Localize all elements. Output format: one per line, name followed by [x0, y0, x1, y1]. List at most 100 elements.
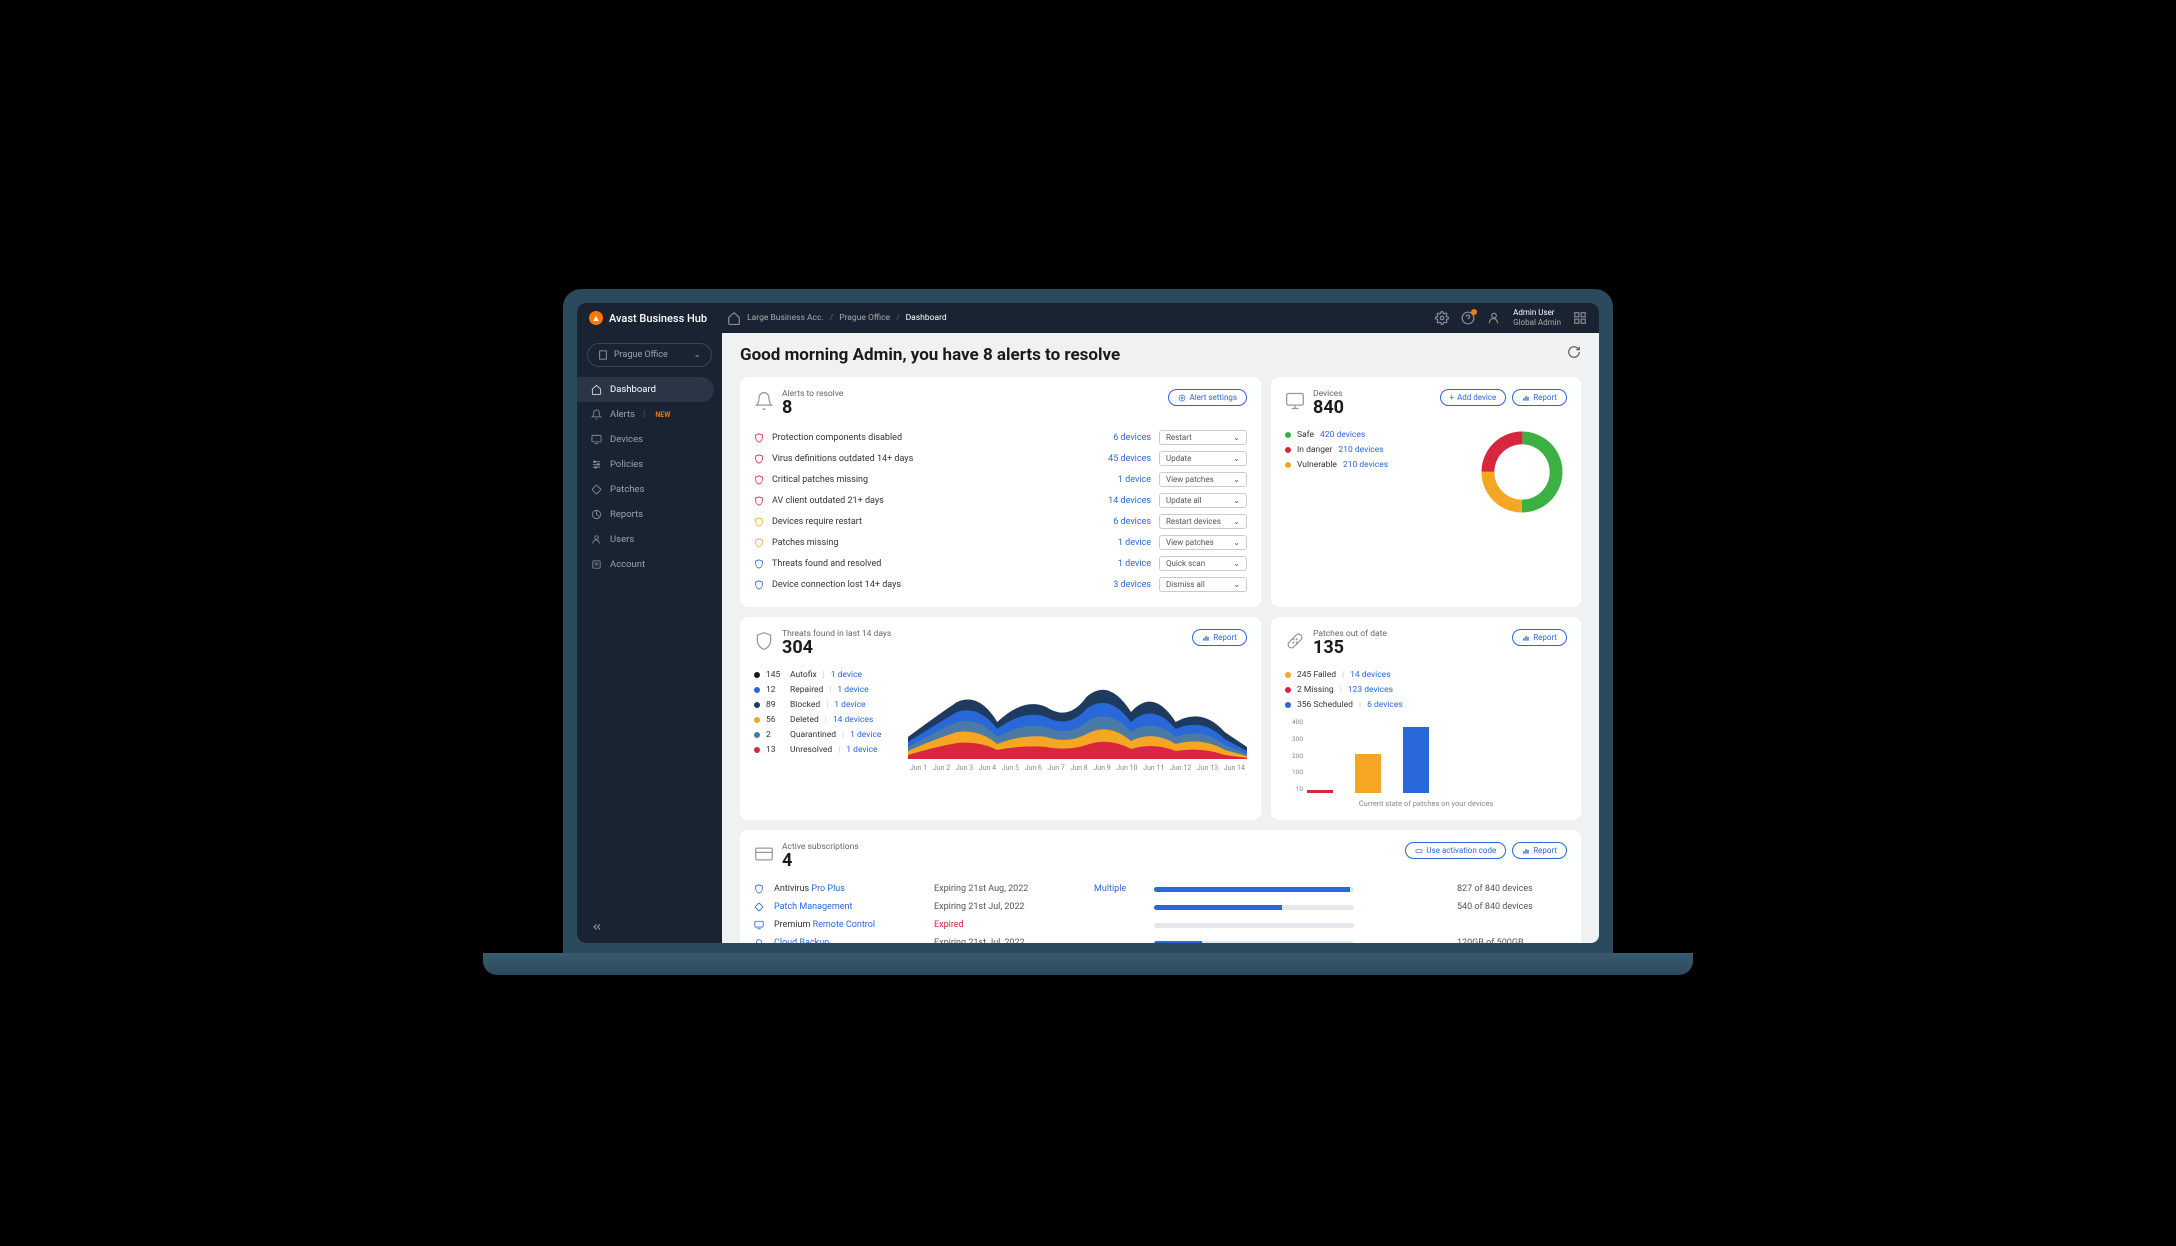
patch-link[interactable]: 14 devices — [1350, 670, 1390, 680]
patch-link[interactable]: 123 devices — [1348, 685, 1393, 695]
device-stat-link[interactable]: 420 devices — [1320, 430, 1365, 440]
users-icon — [591, 534, 602, 545]
sub-expiry: Expiring 21st Aug, 2022 — [934, 884, 1084, 894]
alert-row: Virus definitions outdated 14+ days 45 d… — [754, 448, 1247, 469]
device-stat-label: Safe — [1297, 430, 1314, 440]
shield-status-icon — [754, 517, 764, 527]
apps-icon[interactable] — [1573, 311, 1587, 325]
nav-alerts[interactable]: Alerts|NEW — [577, 402, 722, 427]
threat-link[interactable]: 1 device — [831, 670, 862, 680]
threats-count: 304 — [782, 639, 891, 657]
sidebar-collapse[interactable] — [577, 911, 722, 943]
device-stat-link[interactable]: 210 devices — [1338, 445, 1383, 455]
gear-icon[interactable] — [1435, 311, 1449, 325]
alert-device-link[interactable]: 6 devices — [1096, 433, 1151, 443]
alert-action-select[interactable]: Quick scan⌄ — [1159, 556, 1247, 571]
sub-name-link[interactable]: Cloud Backup — [774, 938, 924, 943]
home-icon[interactable] — [727, 311, 741, 325]
crumb-3: Dashboard — [906, 313, 947, 323]
refresh-icon[interactable] — [1567, 345, 1581, 359]
monitor-large-icon — [1285, 391, 1305, 411]
alert-text: Virus definitions outdated 14+ days — [772, 454, 1088, 464]
help-icon-wrap[interactable] — [1461, 311, 1475, 325]
x-tick: Jun 12 — [1170, 764, 1191, 772]
subscriptions-card: Active subscriptions 4 Use activation co… — [740, 830, 1581, 943]
alert-action-select[interactable]: Update⌄ — [1159, 451, 1247, 466]
user-icon[interactable] — [1487, 311, 1501, 325]
sub-name-link[interactable]: Premium Remote Control — [774, 920, 924, 930]
alert-action-select[interactable]: Restart devices⌄ — [1159, 514, 1247, 529]
alert-device-link[interactable]: 3 devices — [1096, 580, 1151, 590]
shield-icon — [754, 631, 774, 651]
location-selector[interactable]: Prague Office ⌄ — [587, 343, 712, 367]
threats-report-button[interactable]: Report — [1192, 629, 1247, 646]
threat-link[interactable]: 14 devices — [833, 715, 873, 725]
bar-chart-icon — [1522, 847, 1530, 855]
alert-device-link[interactable]: 1 device — [1096, 559, 1151, 569]
x-tick: Jun 8 — [1070, 764, 1087, 772]
collapse-icon — [591, 921, 603, 933]
patches-report-button[interactable]: Report — [1512, 629, 1567, 646]
nav-policies[interactable]: Policies — [577, 452, 722, 477]
patch-link[interactable]: 6 devices — [1367, 700, 1403, 710]
alert-device-link[interactable]: 1 device — [1096, 475, 1151, 485]
alert-device-link[interactable]: 6 devices — [1096, 517, 1151, 527]
nav-dashboard[interactable]: Dashboard — [577, 377, 714, 402]
alert-action-select[interactable]: Update all⌄ — [1159, 493, 1247, 508]
alert-text: AV client outdated 21+ days — [772, 496, 1088, 506]
status-dot-icon — [1285, 702, 1291, 708]
alert-settings-button[interactable]: Alert settings — [1168, 389, 1247, 406]
threat-link[interactable]: 1 device — [837, 685, 868, 695]
chart-icon — [591, 509, 602, 520]
activation-code-button[interactable]: Use activation code — [1405, 842, 1506, 859]
threat-label: Deleted — [790, 715, 819, 725]
threat-label: Unresolved — [790, 745, 832, 755]
alert-row: Patches missing 1 device View patches⌄ — [754, 532, 1247, 553]
alert-text: Threats found and resolved — [772, 559, 1088, 569]
threat-link[interactable]: 1 device — [850, 730, 881, 740]
crumb-2[interactable]: Prague Office — [839, 313, 890, 323]
add-device-button[interactable]: +Add device — [1440, 389, 1507, 406]
sub-name-link[interactable]: Patch Management — [774, 902, 924, 912]
nav-account[interactable]: Account — [577, 552, 722, 577]
subscription-row: Cloud Backup Expiring 21st Jul, 2022 120… — [754, 934, 1567, 943]
alert-action-select[interactable]: View patches⌄ — [1159, 535, 1247, 550]
status-dot-icon — [754, 702, 760, 708]
shield-status-icon — [754, 496, 764, 506]
subs-report-button[interactable]: Report — [1512, 842, 1567, 859]
user-info[interactable]: Admin User Global Admin — [1513, 308, 1561, 327]
nav-patches[interactable]: Patches — [577, 477, 722, 502]
sub-multiple-link[interactable]: Multiple — [1094, 884, 1144, 894]
threat-link[interactable]: 1 device — [834, 700, 865, 710]
alert-row: Device connection lost 14+ days 3 device… — [754, 574, 1247, 595]
alert-action-select[interactable]: Restart⌄ — [1159, 430, 1247, 445]
threat-stat-row: 56 Deleted | 14 devices — [754, 712, 894, 727]
nav-devices[interactable]: Devices — [577, 427, 722, 452]
bar-chart-icon — [1202, 634, 1210, 642]
sub-type-icon — [754, 938, 764, 943]
threat-link[interactable]: 1 device — [846, 745, 877, 755]
devices-donut-chart — [1477, 427, 1567, 517]
nav-reports[interactable]: Reports — [577, 502, 722, 527]
alert-action-select[interactable]: Dismiss all⌄ — [1159, 577, 1247, 592]
patch-stat-row: 2 Missing | 123 devices — [1285, 682, 1567, 697]
alert-device-link[interactable]: 1 device — [1096, 538, 1151, 548]
alert-device-link[interactable]: 45 devices — [1096, 454, 1151, 464]
nav-users[interactable]: Users — [577, 527, 722, 552]
subs-title: Active subscriptions — [782, 842, 859, 852]
subs-count: 4 — [782, 852, 859, 870]
alerts-count: 8 — [782, 399, 843, 417]
alert-action-select[interactable]: View patches⌄ — [1159, 472, 1247, 487]
device-stat-link[interactable]: 210 devices — [1343, 460, 1388, 470]
crumb-1[interactable]: Large Business Acc. — [747, 313, 824, 323]
threat-stat-row: 2 Quarantined | 1 device — [754, 727, 894, 742]
chevron-down-icon: ⌄ — [1233, 433, 1240, 442]
nav: Dashboard Alerts|NEW Devices Policies Pa… — [577, 377, 722, 911]
alert-device-link[interactable]: 14 devices — [1096, 496, 1151, 506]
alert-text: Device connection lost 14+ days — [772, 580, 1088, 590]
x-tick: Jun 10 — [1116, 764, 1137, 772]
screen: ▲ Avast Business Hub Large Business Acc.… — [577, 303, 1599, 943]
x-tick: Jun 6 — [1025, 764, 1042, 772]
devices-report-button[interactable]: Report — [1512, 389, 1567, 406]
sub-name-link[interactable]: Antivirus Pro Plus — [774, 884, 924, 894]
